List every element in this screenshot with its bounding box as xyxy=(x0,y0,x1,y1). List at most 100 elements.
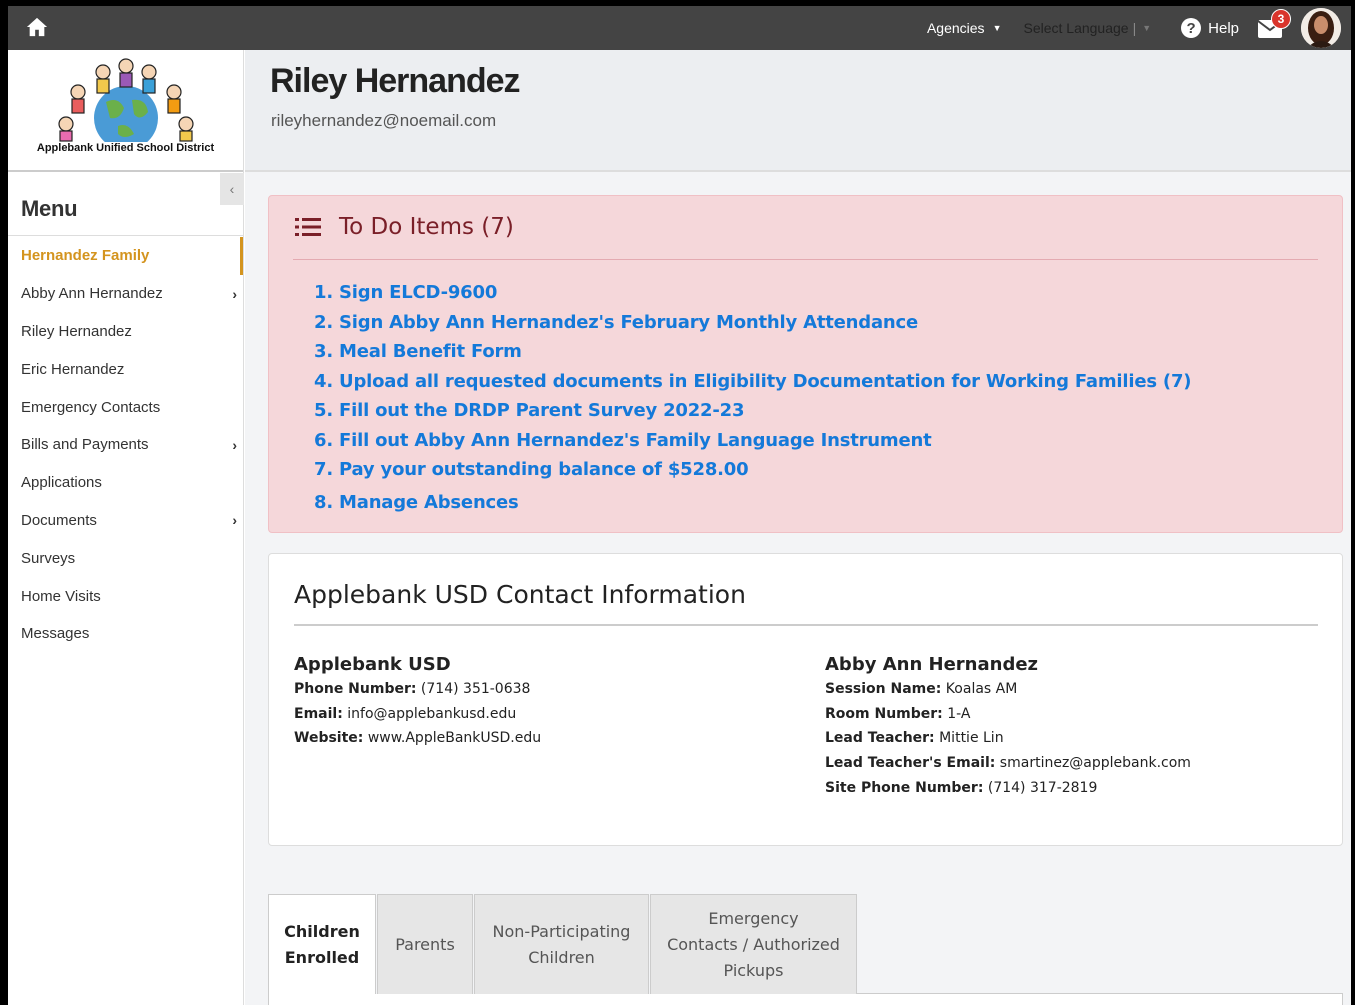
todo-list: 1. Sign ELCD-9600 2. Sign Abby Ann Herna… xyxy=(314,282,1191,521)
sidebar-item-messages[interactable]: Messages xyxy=(8,615,243,653)
sidebar-item-home-visits[interactable]: Home Visits xyxy=(8,577,243,615)
globe-kids-logo-icon xyxy=(58,58,194,142)
todo-item-meal-benefit-form[interactable]: 3. Meal Benefit Form xyxy=(314,341,1191,371)
field-label: Lead Teacher's Email: xyxy=(825,755,996,772)
sidebar-item-bills-and-payments[interactable]: Bills and Payments › xyxy=(8,426,243,464)
language-label: Select Language xyxy=(1023,20,1129,36)
lead-teacher: Mittie Lin xyxy=(934,730,1004,747)
agencies-label: Agencies xyxy=(926,20,985,36)
sidebar-item-eric-hernandez[interactable]: Eric Hernandez xyxy=(8,350,243,388)
help-link[interactable]: ? Help xyxy=(1181,18,1239,38)
contact-divider xyxy=(294,624,1318,626)
chevron-right-icon: › xyxy=(232,436,237,453)
tab-label-line: Parents xyxy=(395,934,455,954)
caret-down-icon: ▼ xyxy=(1142,23,1152,33)
session-name: Koalas AM xyxy=(941,681,1018,697)
page-title: Riley Hernandez xyxy=(270,62,521,100)
sidebar-item-label: Abby Ann Hernandez xyxy=(21,285,163,303)
sidebar-menu: Hernandez Family Abby Ann Hernandez › Ril… xyxy=(8,237,243,653)
tab-label-line: Children xyxy=(284,921,360,941)
sidebar-item-label: Documents xyxy=(21,511,97,529)
sidebar-item-label: Messages xyxy=(21,625,90,643)
todo-divider xyxy=(293,259,1318,260)
sidebar-item-label: Applications xyxy=(21,474,102,492)
user-avatar[interactable] xyxy=(1301,8,1341,48)
todo-item-upload-documents[interactable]: 4. Upload all requested documents in Eli… xyxy=(314,371,1191,401)
agency-phone-row: Phone Number: (714) 351-0638 xyxy=(294,681,541,706)
district-logo-text: Applebank Unified School District xyxy=(36,142,215,154)
lead-teacher-email-row: Lead Teacher's Email: smartinez@appleban… xyxy=(825,755,1191,780)
agencies-dropdown[interactable]: Agencies ▼ xyxy=(927,20,1002,36)
sidebar-item-label: Home Visits xyxy=(21,587,101,605)
sidebar-item-riley-hernandez[interactable]: Riley Hernandez xyxy=(8,313,243,351)
caret-down-icon: ▼ xyxy=(992,23,1002,33)
sidebar-item-hernandez-family[interactable]: Hernandez Family xyxy=(8,237,243,275)
messages-button[interactable]: 3 xyxy=(1257,9,1291,39)
agency-contact-column: Applebank USD Phone Number: (714) 351-06… xyxy=(294,654,541,755)
family-tabs: Children Enrolled Parents Non-Participati… xyxy=(268,894,858,994)
tab-label-line: Emergency xyxy=(708,908,799,928)
page-header: Riley Hernandez rileyhernandez@noemail.c… xyxy=(245,50,1351,172)
district-logo[interactable]: Applebank Unified School District xyxy=(8,50,243,172)
sidebar-item-label: Hernandez Family xyxy=(21,247,150,265)
field-label: Room Number: xyxy=(825,705,943,722)
field-label: Phone Number: xyxy=(294,681,417,697)
home-icon[interactable] xyxy=(26,16,48,38)
child-contact-column: Abby Ann Hernandez Session Name: Koalas … xyxy=(825,654,1191,804)
tab-label-line: Contacts / Authorized xyxy=(667,934,840,954)
tab-parents[interactable]: Parents xyxy=(377,894,473,994)
todo-item-drdp-survey[interactable]: 5. Fill out the DRDP Parent Survey 2022-… xyxy=(314,400,1191,430)
language-separator: | xyxy=(1132,20,1137,36)
chevron-right-icon: › xyxy=(232,512,237,529)
help-label: Help xyxy=(1208,19,1239,37)
language-select[interactable]: Select Language | ▼ xyxy=(1023,20,1151,36)
contact-info-title: Applebank USD Contact Information xyxy=(294,580,746,609)
sidebar-item-abby-ann-hernandez[interactable]: Abby Ann Hernandez › xyxy=(8,275,243,313)
room-number: 1-A xyxy=(942,705,971,722)
agency-email-row: Email: info@applebankusd.edu xyxy=(294,706,541,731)
lead-teacher-row: Lead Teacher: Mittie Lin xyxy=(825,730,1191,755)
tab-emergency-contacts[interactable]: Emergency Contacts / Authorized Pickups xyxy=(650,894,857,994)
sidebar: Applebank Unified School District ‹ Menu… xyxy=(8,50,244,1005)
menu-divider xyxy=(8,235,243,236)
unread-count-badge: 3 xyxy=(1271,9,1291,29)
sidebar-item-emergency-contacts[interactable]: Emergency Contacts xyxy=(8,388,243,426)
field-label: Site Phone Number: xyxy=(825,779,984,796)
todo-item-manage-absences[interactable]: 8. Manage Absences xyxy=(314,492,1191,522)
field-label: Email: xyxy=(294,705,343,722)
agency-website-row: Website: www.AppleBankUSD.edu xyxy=(294,730,541,755)
todo-item-sign-elcd[interactable]: 1. Sign ELCD-9600 xyxy=(314,282,1191,312)
tab-label-line: Non-Participating xyxy=(492,921,631,941)
todo-item-language-instrument[interactable]: 6. Fill out Abby Ann Hernandez's Family … xyxy=(314,430,1191,460)
session-name-row: Session Name: Koalas AM xyxy=(825,681,1191,706)
tab-label-line: Enrolled xyxy=(284,947,360,967)
tab-label-line: Pickups xyxy=(723,960,784,980)
tab-children-enrolled[interactable]: Children Enrolled xyxy=(268,894,376,994)
sidebar-item-documents[interactable]: Documents › xyxy=(8,502,243,540)
collapse-sidebar-button[interactable]: ‹ xyxy=(220,173,244,205)
lead-teacher-email: smartinez@applebank.com xyxy=(995,755,1191,772)
site-phone-row: Site Phone Number: (714) 317-2819 xyxy=(825,780,1191,805)
sidebar-item-applications[interactable]: Applications xyxy=(8,464,243,502)
sidebar-item-label: Eric Hernandez xyxy=(21,360,125,378)
question-circle-icon: ? xyxy=(1181,18,1202,38)
sidebar-item-surveys[interactable]: Surveys xyxy=(8,539,243,577)
todo-item-pay-balance[interactable]: 7. Pay your outstanding balance of $528.… xyxy=(314,459,1191,489)
tab-non-participating-children[interactable]: Non-Participating Children xyxy=(474,894,649,994)
site-phone: (714) 317-2819 xyxy=(983,779,1098,796)
menu-title: Menu xyxy=(21,196,78,221)
todo-panel: To Do Items (7) 1. Sign ELCD-9600 2. Sig… xyxy=(268,195,1343,533)
top-navbar: Agencies ▼ Select Language | ▼ ? Help 3 xyxy=(8,6,1351,50)
field-label: Session Name: xyxy=(825,681,942,697)
todo-title: To Do Items (7) xyxy=(339,214,514,240)
field-label: Website: xyxy=(294,730,364,747)
child-name: Abby Ann Hernandez xyxy=(825,654,1039,675)
tab-panel xyxy=(268,994,1343,1005)
todo-item-sign-attendance[interactable]: 2. Sign Abby Ann Hernandez's February Mo… xyxy=(314,312,1191,342)
tab-label-line: Children xyxy=(528,947,595,967)
room-number-row: Room Number: 1-A xyxy=(825,706,1191,731)
agency-name: Applebank USD xyxy=(294,654,451,675)
list-icon xyxy=(295,218,321,236)
sidebar-item-label: Riley Hernandez xyxy=(21,322,132,340)
agency-email: info@applebankusd.edu xyxy=(342,705,517,722)
